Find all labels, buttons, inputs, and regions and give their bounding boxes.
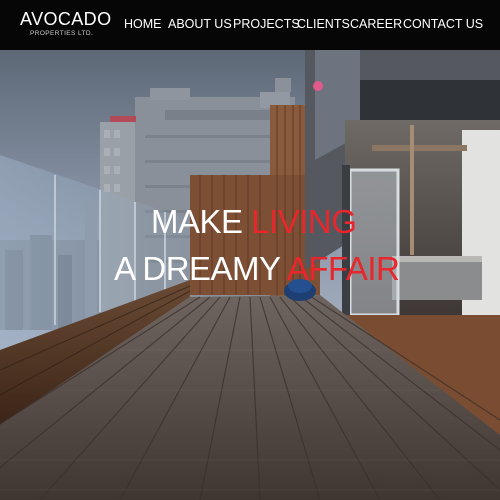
nav-about-us[interactable]: ABOUT US (168, 16, 232, 32)
nav-contact-us[interactable]: CONTACT US (403, 16, 483, 32)
page: AVOCADO PROPERTIES LTD. HOME ABOUT US PR… (0, 0, 500, 500)
headline-line-2: A DREAMY AFFAIR (114, 245, 400, 292)
brand-name: AVOCADO (20, 9, 112, 29)
brand-logo[interactable]: AVOCADO PROPERTIES LTD. (20, 9, 111, 38)
headline-word-make: MAKE (151, 203, 243, 241)
headline-word-affair: AFFAIR (286, 250, 400, 288)
headline-line-1: MAKE LIVING (151, 198, 357, 245)
brand-tagline: PROPERTIES LTD. (30, 30, 94, 37)
headline-word-living: LIVING (251, 203, 357, 241)
nav-clients[interactable]: CLIENTS (297, 16, 350, 32)
nav-career[interactable]: CAREER (350, 16, 402, 32)
top-navbar: AVOCADO PROPERTIES LTD. HOME ABOUT US PR… (0, 0, 500, 50)
nav-home[interactable]: HOME (124, 16, 162, 32)
hero-banner: MAKE LIVING A DREAMY AFFAIR (0, 50, 500, 500)
nav-projects[interactable]: PROJECTS (233, 16, 300, 32)
headline-word-a-dreamy: A DREAMY (114, 250, 280, 288)
